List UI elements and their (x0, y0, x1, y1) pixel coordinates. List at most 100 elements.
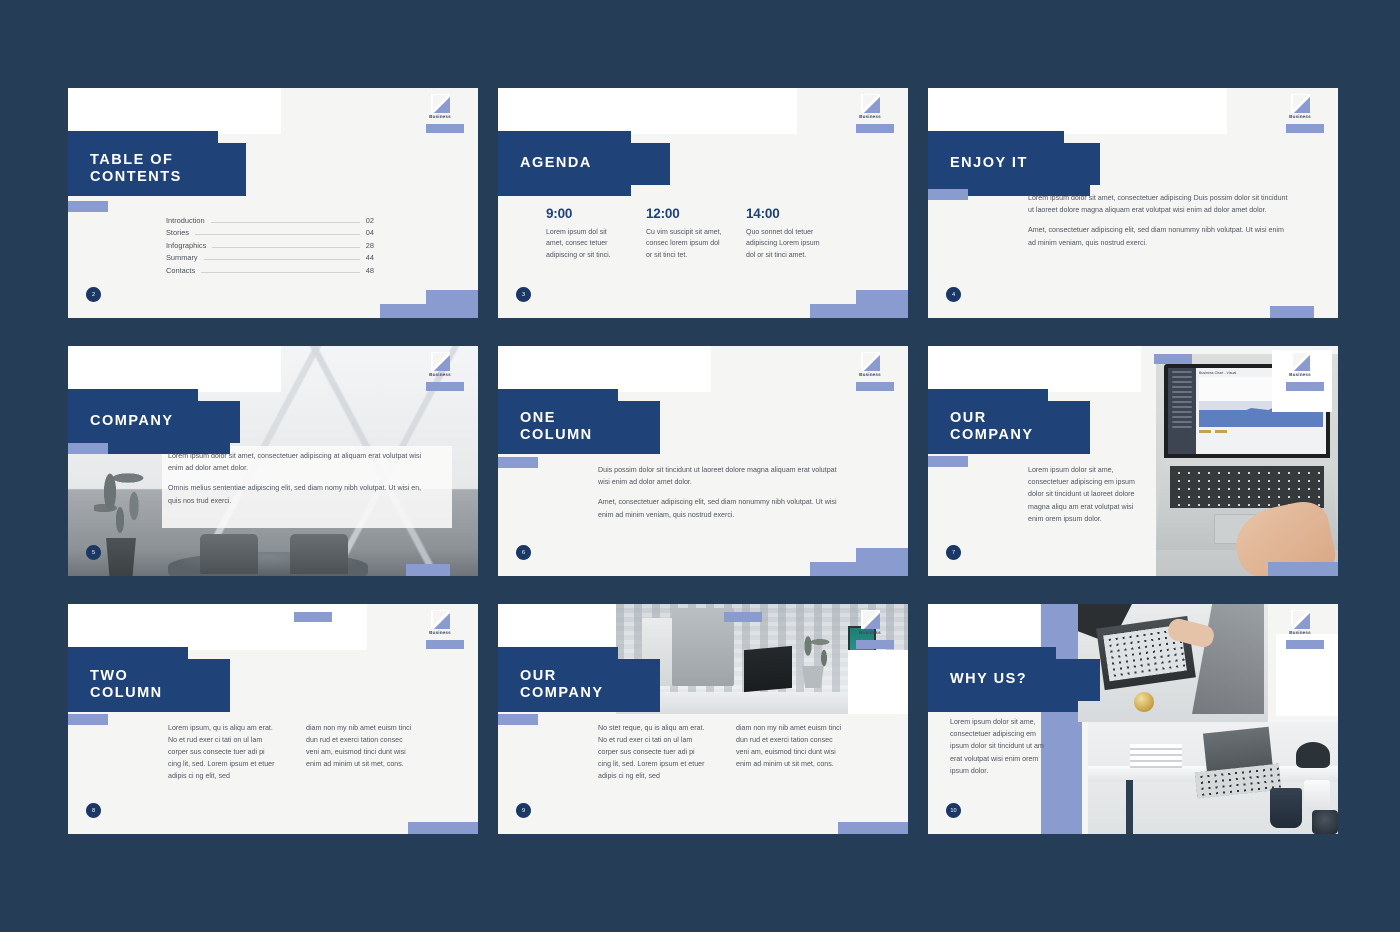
diagonal-square-logo-icon (860, 610, 880, 629)
agenda-columns: 9:00 Lorem ipsum dol sit amet, consec te… (546, 206, 822, 261)
app-sidebar (1168, 368, 1196, 454)
slide-company[interactable]: Business COMPANY Lorem ipsum dolor sit a… (68, 346, 478, 576)
brand-accent-bar (1286, 382, 1324, 391)
paragraph: Amet, consectetuer adipiscing elit, sed … (1028, 226, 1284, 247)
brand-accent-bar (1286, 640, 1324, 649)
brand-name: Business (429, 630, 451, 635)
title-accent-tab (68, 714, 108, 725)
toc-row[interactable]: Summary 44 (166, 253, 374, 262)
bottom-accent-low (406, 564, 450, 576)
slide-our-company-laptop[interactable]: Business Chart - Visual Business OUR COM… (928, 346, 1338, 576)
toc-page-number: 48 (365, 265, 374, 275)
slide-table-of-contents[interactable]: Business TABLE OF CONTENTS Introduction … (68, 88, 478, 318)
toc-row[interactable]: Contacts 48 (166, 266, 374, 275)
brand-logo: Business (418, 610, 462, 636)
bottom-accent-low (1270, 306, 1314, 318)
title-accent-tab (928, 456, 968, 467)
title-accent-tab (498, 457, 538, 468)
page-title: TWO COLUMN (68, 659, 230, 713)
agenda-item: 12:00 Cu vim suscipit sit amet, consec l… (646, 206, 722, 261)
title-line-1: ONE (520, 410, 556, 426)
top-white-band (498, 346, 712, 392)
title-step-top (928, 131, 1064, 143)
brand-logo: Business (848, 94, 892, 120)
diagonal-square-logo-icon (860, 94, 880, 113)
title-step-bottom (498, 185, 631, 197)
brand-logo: Business (1278, 352, 1322, 378)
bottom-accent-high (856, 290, 908, 304)
top-accent-bar (294, 612, 332, 622)
brand-accent-bar (426, 382, 464, 391)
title-step-top (928, 389, 1048, 401)
slide-two-column[interactable]: Business TWO COLUMN Lorem ipsum, qu is a… (68, 604, 478, 834)
slide-enjoy-it[interactable]: Business ENJOY IT Lorem ipsum dolor sit … (928, 88, 1338, 318)
toc-row[interactable]: Infographics 28 (166, 241, 374, 250)
top-white-band (68, 346, 282, 392)
brand-accent-bar (1286, 124, 1324, 133)
two-column-text: Lorem ipsum, qu is aliqu am erat. No et … (168, 722, 416, 782)
agenda-description: Quo sonnet dol tetuer adipiscing Lorem i… (746, 229, 820, 259)
page-number-badge: 6 (516, 545, 531, 560)
top-white-band (928, 604, 1040, 650)
page-title: AGENDA (498, 143, 670, 186)
page-number-badge: 4 (946, 287, 961, 302)
slide-deck: Business TABLE OF CONTENTS Introduction … (68, 88, 1338, 834)
title-accent-tab (498, 714, 538, 725)
white-cup (1304, 780, 1330, 810)
brand-name: Business (429, 372, 451, 377)
slide-our-company-desk[interactable]: Business OUR COMPANY No stet reque, qu i… (498, 604, 908, 834)
toc-leader-line (212, 246, 360, 248)
desk-laptops-photo (1088, 722, 1338, 834)
title-step-bottom (928, 701, 1078, 713)
toc-leader-line (195, 234, 360, 236)
agenda-time: 12:00 (646, 206, 680, 221)
brand-logo: Business (1278, 94, 1322, 120)
slide-title-block: ONE COLUMN (498, 389, 660, 455)
brand-accent-bar (426, 640, 464, 649)
page-number-badge: 7 (946, 545, 961, 560)
page-number-badge: 9 (516, 803, 531, 818)
desk-laptop (744, 645, 792, 693)
page-title: OUR COMPANY (498, 659, 660, 713)
brand-logo: Business (1278, 610, 1322, 636)
top-white-band (68, 604, 368, 650)
brand-logo: Business (848, 610, 892, 636)
bottom-accent-low (838, 822, 908, 834)
title-line-2: COLUMN (520, 427, 593, 444)
diagonal-square-logo-icon (430, 610, 450, 629)
title-step-top (498, 647, 618, 659)
diagonal-square-logo-icon (860, 352, 880, 371)
slide-title-block: OUR COMPANY (498, 647, 660, 713)
slide-body-text: Lorem ipsum dolor sit ame, consectetuer … (1028, 464, 1150, 525)
toc-row[interactable]: Introduction 02 (166, 216, 374, 225)
diagonal-square-logo-icon (1290, 94, 1310, 113)
slide-body-text: Lorem ipsum dolor sit ame, consectetuer … (950, 716, 1048, 777)
slide-agenda[interactable]: Business AGENDA 9:00 Lorem ipsum dol sit… (498, 88, 908, 318)
toc-row[interactable]: Stories 04 (166, 228, 374, 237)
slide-title-block: WHY US? (928, 647, 1100, 713)
diagonal-square-logo-icon (430, 352, 450, 371)
page-title: ONE COLUMN (498, 401, 660, 455)
title-line-2: COLUMN (90, 685, 163, 702)
brand-logo: Business (418, 94, 462, 120)
title-accent-tab (68, 201, 108, 212)
top-white-band (68, 88, 282, 134)
title-step-top (498, 131, 631, 143)
top-accent-bar (1154, 354, 1192, 364)
diagonal-square-logo-icon (1290, 352, 1310, 371)
toc-label: Stories (166, 228, 190, 238)
toc-page-number: 02 (365, 216, 374, 225)
bottom-accent-low (380, 304, 478, 318)
slide-title-block: OUR COMPANY (928, 389, 1090, 455)
toc-page-number: 28 (365, 240, 374, 250)
lobby-chair (290, 534, 348, 574)
paragraph: Lorem ipsum dolor sit amet, consectetuer… (1028, 194, 1288, 215)
page-number-badge: 10 (946, 803, 961, 818)
toc-page-number: 04 (365, 228, 374, 238)
title-step-top (498, 389, 618, 401)
toc-leader-line (201, 271, 360, 273)
slide-why-us[interactable]: Business WHY US? Lorem ipsum dolor sit a… (928, 604, 1338, 834)
brand-name: Business (859, 630, 881, 635)
brand-accent-bar (856, 640, 894, 649)
slide-one-column[interactable]: Business ONE COLUMN Duis possim dolor si… (498, 346, 908, 576)
